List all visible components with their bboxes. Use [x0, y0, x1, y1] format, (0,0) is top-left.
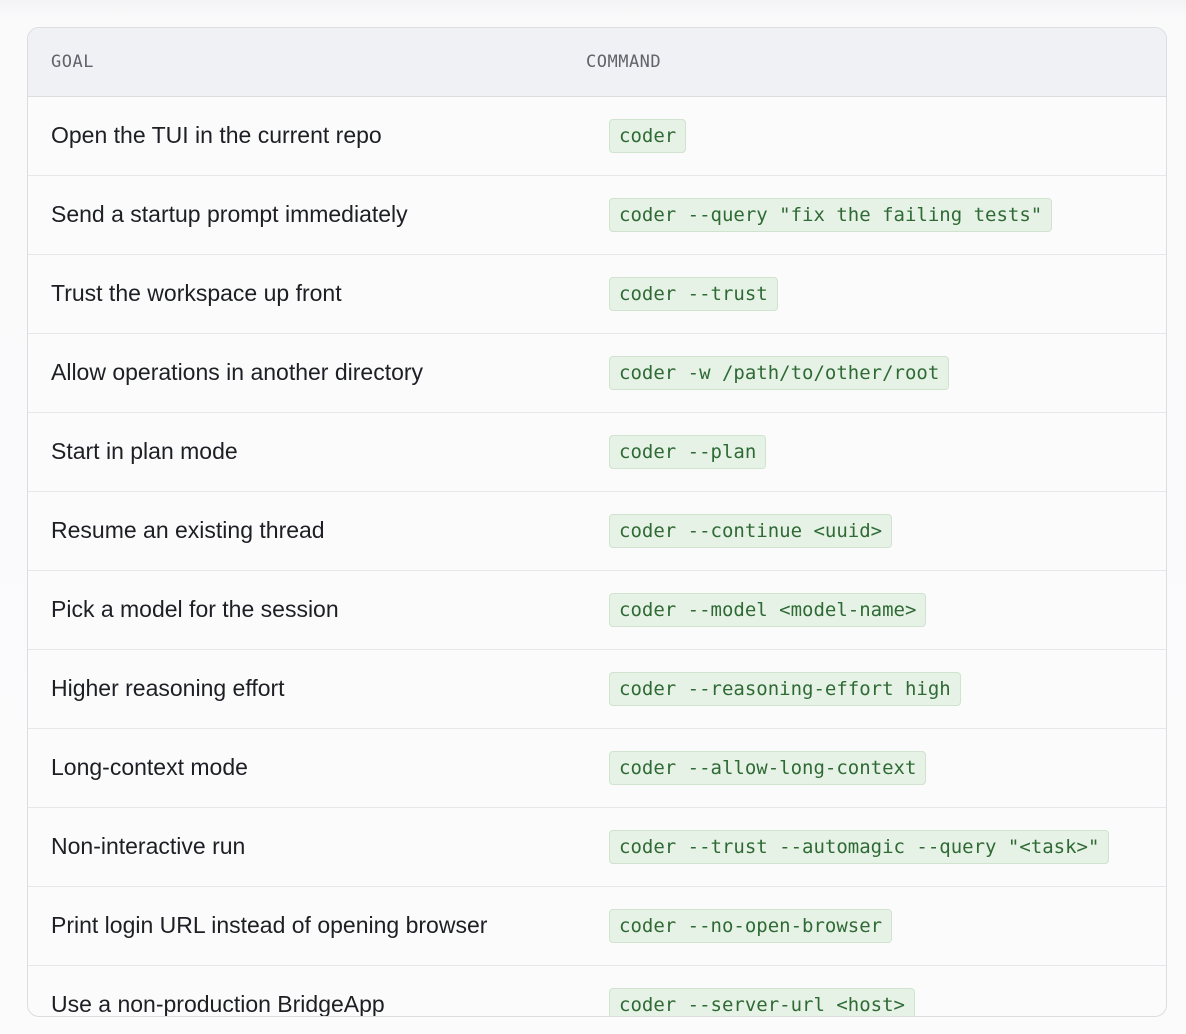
command-cell: coder --trust --automagic --query "<task…: [586, 807, 1166, 887]
table-row: Pick a model for the session coder --mod…: [28, 570, 1166, 650]
command-code: coder --trust: [609, 276, 778, 311]
command-code: coder --reasoning-effort high: [609, 671, 961, 706]
goal-cell: Trust the workspace up front: [28, 254, 586, 334]
command-cell: coder -w /path/to/other/root: [586, 333, 1166, 413]
goal-cell: Long-context mode: [28, 728, 586, 808]
command-cell: coder --model <model-name>: [586, 570, 1166, 650]
command-cell: coder: [586, 96, 1166, 176]
command-code: coder -w /path/to/other/root: [609, 355, 950, 390]
command-code: coder --model <model-name>: [609, 592, 927, 627]
table-row: Use a non-production BridgeApp coder --s…: [28, 965, 1166, 1017]
table-row: Resume an existing thread coder --contin…: [28, 491, 1166, 571]
table-row: Print login URL instead of opening brows…: [28, 886, 1166, 966]
command-code: coder --continue <uuid>: [609, 513, 893, 548]
command-code: coder --allow-long-context: [609, 750, 927, 785]
command-cell: coder --reasoning-effort high: [586, 649, 1166, 729]
table-row: Higher reasoning effort coder --reasonin…: [28, 649, 1166, 729]
command-code: coder --query "fix the failing tests": [609, 197, 1053, 232]
goal-cell: Send a startup prompt immediately: [28, 175, 586, 255]
command-code: coder --trust --automagic --query "<task…: [609, 829, 1110, 864]
header-command: COMMAND: [586, 28, 1166, 97]
table-row: Long-context mode coder --allow-long-con…: [28, 728, 1166, 808]
command-code: coder --server-url <host>: [609, 987, 915, 1016]
goal-cell: Allow operations in another directory: [28, 333, 586, 413]
command-code: coder --plan: [609, 434, 767, 469]
goal-cell: Pick a model for the session: [28, 570, 586, 650]
goal-cell: Print login URL instead of opening brows…: [28, 886, 586, 966]
table-row: Send a startup prompt immediately coder …: [28, 175, 1166, 255]
goal-cell: Resume an existing thread: [28, 491, 586, 571]
table-row: Non-interactive run coder --trust --auto…: [28, 807, 1166, 887]
header-row: GOAL COMMAND: [28, 28, 1166, 97]
goal-cell: Use a non-production BridgeApp: [51, 991, 385, 1017]
table-row: Allow operations in another directory co…: [28, 333, 1166, 413]
table-header: GOAL COMMAND: [28, 28, 1166, 97]
table-row: Start in plan mode coder --plan: [28, 412, 1166, 492]
goal-cell: Start in plan mode: [28, 412, 586, 492]
command-code: coder --no-open-browser: [609, 908, 893, 943]
header-goal: GOAL: [28, 28, 586, 97]
command-cell: coder --query "fix the failing tests": [586, 175, 1166, 255]
goal-cell: Open the TUI in the current repo: [28, 96, 586, 176]
command-table: GOAL COMMAND Open the TUI in the current…: [28, 28, 1166, 1017]
command-cell: coder --continue <uuid>: [586, 491, 1166, 571]
table-row: Trust the workspace up front coder --tru…: [28, 254, 1166, 334]
command-cell: coder --allow-long-context: [586, 728, 1166, 808]
goal-cell: Higher reasoning effort: [28, 649, 586, 729]
table-body: Open the TUI in the current repo coder S…: [28, 96, 1166, 1017]
command-cell: coder --no-open-browser: [586, 886, 1166, 966]
command-cell: coder --plan: [586, 412, 1166, 492]
command-cell: coder --trust: [586, 254, 1166, 334]
command-cell: coder --server-url <host>: [586, 965, 1166, 1016]
goal-cell: Non-interactive run: [28, 807, 586, 887]
table-row: Open the TUI in the current repo coder: [28, 96, 1166, 176]
command-table-container: GOAL COMMAND Open the TUI in the current…: [27, 27, 1167, 1017]
command-code: coder: [609, 118, 687, 153]
